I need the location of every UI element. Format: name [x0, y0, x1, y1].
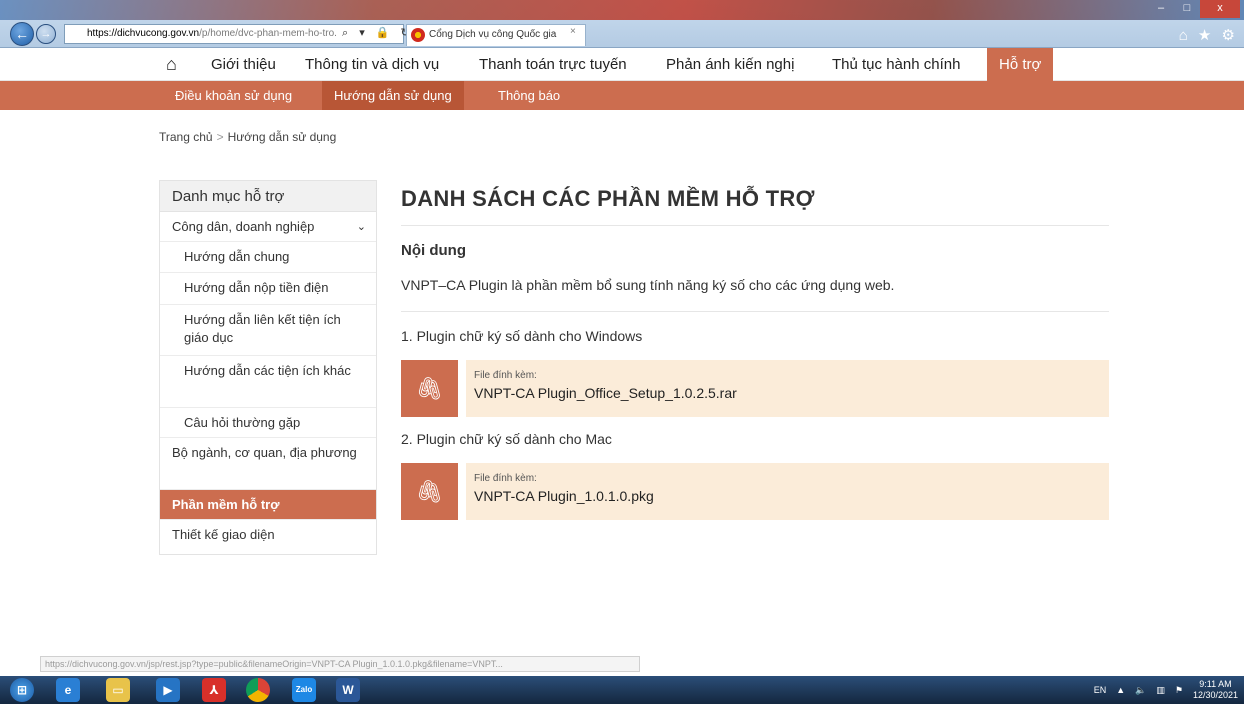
page-title: DANH SÁCH CÁC PHẦN MỀM HỖ TRỢ — [401, 180, 1109, 226]
subnav-huong-dan[interactable]: Hướng dẫn sử dụng — [322, 81, 464, 110]
nav-gioi-thieu[interactable]: Giới thiệu — [211, 48, 276, 81]
volume-icon[interactable]: 🔈 — [1135, 685, 1146, 696]
attachment-body[interactable]: File đính kèm: VNPT-CA Plugin_Office_Set… — [466, 360, 1109, 417]
url-path: /p/home/dvc-phan-mem-ho-tro. — [199, 28, 337, 39]
start-button-icon[interactable]: ⊞ — [10, 678, 34, 702]
sidebar-item-tien-ich-khac[interactable]: Hướng dẫn các tiện ích khác — [160, 356, 376, 408]
sidebar-heading: Danh mục hỗ trợ — [160, 181, 376, 212]
browser-toolbar: – □ x ← → https://dichvucong.gov.vn/p/ho… — [0, 0, 1244, 48]
tray-arrow-icon[interactable]: ▲ — [1116, 685, 1125, 695]
plugin-title-mac: 2. Plugin chữ ký số dành cho Mac — [401, 431, 612, 447]
sidebar-item-label: Bộ ngành, cơ quan, địa phương — [172, 445, 357, 460]
subnav-dieu-khoan[interactable]: Điều khoản sử dụng — [175, 81, 292, 110]
main-content: DANH SÁCH CÁC PHẦN MỀM HỖ TRỢ Nội dung V… — [401, 180, 1109, 520]
sidebar-item-label: Hướng dẫn chung — [184, 249, 290, 264]
breadcrumb-home[interactable]: Trang chủ — [159, 130, 213, 144]
media-player-icon[interactable]: ▶ — [156, 678, 180, 702]
nav-phan-anh[interactable]: Phản ánh kiến nghị — [666, 48, 794, 81]
word-icon[interactable]: W — [336, 678, 360, 702]
tab-close-icon[interactable]: × — [570, 26, 576, 37]
sidebar-item-label: Câu hỏi thường gặp — [184, 415, 301, 430]
language-indicator[interactable]: EN — [1094, 685, 1107, 695]
tab-title: Cổng Dịch vụ công Quốc gia — [429, 29, 557, 40]
paperclip-icon[interactable]: 🖇 — [401, 360, 458, 417]
nav-thong-tin-dich-vu[interactable]: Thông tin và dịch vụ — [305, 48, 439, 81]
section-heading: Nội dung — [401, 242, 466, 259]
sidebar-item-thiet-ke[interactable]: Thiết kế giao diện — [160, 520, 376, 551]
attachment-body[interactable]: File đính kèm: VNPT-CA Plugin_1.0.1.0.pk… — [466, 463, 1109, 520]
subnav-thong-bao[interactable]: Thông báo — [498, 81, 560, 110]
clock-time: 9:11 AM — [1199, 679, 1232, 689]
paperclip-icon[interactable]: 🖇 — [401, 463, 458, 520]
sidebar-item-bo-nganh[interactable]: Bộ ngành, cơ quan, địa phương — [160, 438, 376, 490]
sidebar-item-nop-tien-dien[interactable]: Hướng dẫn nộp tiền điện — [160, 273, 376, 305]
attachment-label: File đính kèm: — [474, 473, 537, 484]
breadcrumb-current: Hướng dẫn sử dụng — [227, 130, 337, 144]
attachment-file-link[interactable]: VNPT-CA Plugin_Office_Setup_1.0.2.5.rar — [474, 385, 1101, 401]
intro-text: VNPT–CA Plugin là phần mềm bổ sung tính … — [401, 277, 1109, 312]
window-title-strip — [0, 0, 1244, 20]
zalo-icon[interactable]: Zalo — [292, 678, 316, 702]
flag-icon[interactable]: ⚑ — [1175, 685, 1183, 696]
browser-home-star-gear-icons[interactable]: ⌂ ★ ⚙ — [1179, 26, 1238, 44]
nav-ho-tro[interactable]: Hỗ trợ — [987, 48, 1054, 81]
maximize-button[interactable]: □ — [1174, 0, 1200, 18]
sidebar-item-label: Hướng dẫn các tiện ích khác — [184, 363, 351, 378]
sidebar-item-cong-dan[interactable]: Công dân, doanh nghiệp ⌄ — [160, 212, 376, 242]
file-explorer-icon[interactable]: ▭ — [106, 678, 130, 702]
nav-thanh-toan[interactable]: Thanh toán trực tuyến — [479, 48, 627, 81]
browser-tab[interactable]: Cổng Dịch vụ công Quốc gia — [406, 24, 586, 46]
sidebar-item-label: Công dân, doanh nghiệp — [172, 219, 315, 234]
address-bar-icons[interactable]: ⌕ ▾ 🔒 ↻ — [342, 26, 414, 40]
back-button[interactable]: ← — [10, 22, 34, 46]
sidebar-item-label: Hướng dẫn nộp tiền điện — [184, 280, 329, 295]
tab-favicon-icon — [411, 28, 425, 42]
attachment-file-link[interactable]: VNPT-CA Plugin_1.0.1.0.pkg — [474, 488, 1101, 504]
window-controls: – □ x — [1148, 0, 1240, 18]
sub-navigation: Điều khoản sử dụng Hướng dẫn sử dụng Thô… — [0, 81, 1244, 110]
support-sidebar: Danh mục hỗ trợ Công dân, doanh nghiệp ⌄… — [159, 180, 377, 555]
attachment-mac[interactable]: 🖇 File đính kèm: VNPT-CA Plugin_1.0.1.0.… — [401, 463, 1109, 520]
sidebar-item-huong-dan-chung[interactable]: Hướng dẫn chung — [160, 242, 376, 273]
url-host: https://dichvucong.gov.vn — [87, 28, 200, 39]
clock[interactable]: 9:11 AM 12/30/2021 — [1193, 679, 1238, 701]
sidebar-item-label: Hướng dẫn liên kết tiện ích giáo dục — [184, 312, 341, 345]
minimize-button[interactable]: – — [1148, 0, 1174, 18]
sidebar-item-label: Thiết kế giao diện — [172, 527, 275, 542]
browser-status-bar: https://dichvucong.gov.vn/jsp/rest.jsp?t… — [40, 656, 640, 672]
sidebar-item-label: Phần mềm hỗ trợ — [172, 497, 280, 512]
sidebar-item-giao-duc[interactable]: Hướng dẫn liên kết tiện ích giáo dục — [160, 305, 376, 356]
main-navigation: ⌂ Giới thiệu Thông tin và dịch vụ Thanh … — [0, 48, 1244, 81]
clock-date: 12/30/2021 — [1192, 690, 1238, 700]
plugin-title-windows: 1. Plugin chữ ký số dành cho Windows — [401, 328, 643, 344]
acrobat-icon[interactable]: ⅄ — [202, 678, 226, 702]
attachment-windows[interactable]: 🖇 File đính kèm: VNPT-CA Plugin_Office_S… — [401, 360, 1109, 417]
nav-thu-tuc[interactable]: Thủ tục hành chính — [832, 48, 960, 81]
home-icon[interactable]: ⌂ — [166, 54, 177, 75]
chrome-icon[interactable] — [246, 678, 270, 702]
close-window-button[interactable]: x — [1200, 0, 1240, 18]
internet-explorer-icon[interactable]: e — [56, 678, 80, 702]
sidebar-item-phan-mem-ho-tro[interactable]: Phần mềm hỗ trợ — [160, 490, 376, 520]
network-icon[interactable]: ▥ — [1156, 685, 1165, 696]
breadcrumb: Trang chủ > Hướng dẫn sử dụng — [159, 130, 336, 144]
system-tray: EN ▲ 🔈 ▥ ⚑ 9:11 AM 12/30/2021 — [1094, 678, 1238, 702]
windows-taskbar: ⊞ e ▭ ▶ ⅄ Zalo W EN ▲ 🔈 ▥ ⚑ 9:11 AM 12/3… — [0, 676, 1244, 704]
breadcrumb-separator: > — [216, 130, 224, 144]
sidebar-item-cau-hoi[interactable]: Câu hỏi thường gặp — [160, 408, 376, 438]
attachment-label: File đính kèm: — [474, 370, 537, 381]
forward-button[interactable]: → — [36, 24, 56, 44]
chevron-down-icon[interactable]: ⌄ — [357, 218, 366, 236]
